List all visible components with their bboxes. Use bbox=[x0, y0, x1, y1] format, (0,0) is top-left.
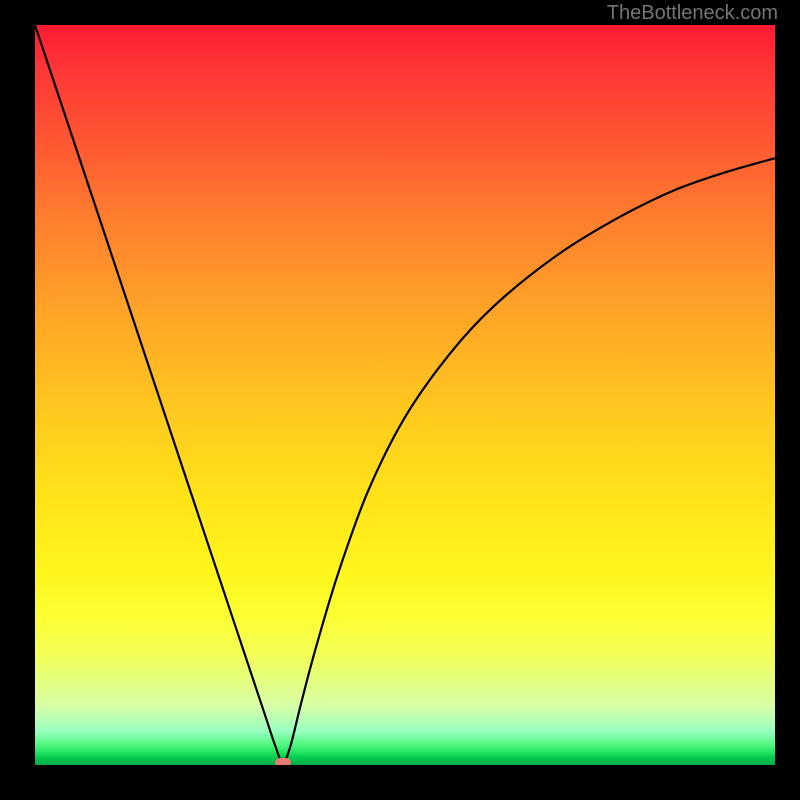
attribution-text: TheBottleneck.com bbox=[607, 2, 778, 25]
plot-area bbox=[35, 25, 775, 765]
minimum-marker bbox=[275, 758, 291, 765]
chart-frame: TheBottleneck.com bbox=[0, 0, 800, 800]
bottleneck-curve bbox=[35, 25, 775, 765]
